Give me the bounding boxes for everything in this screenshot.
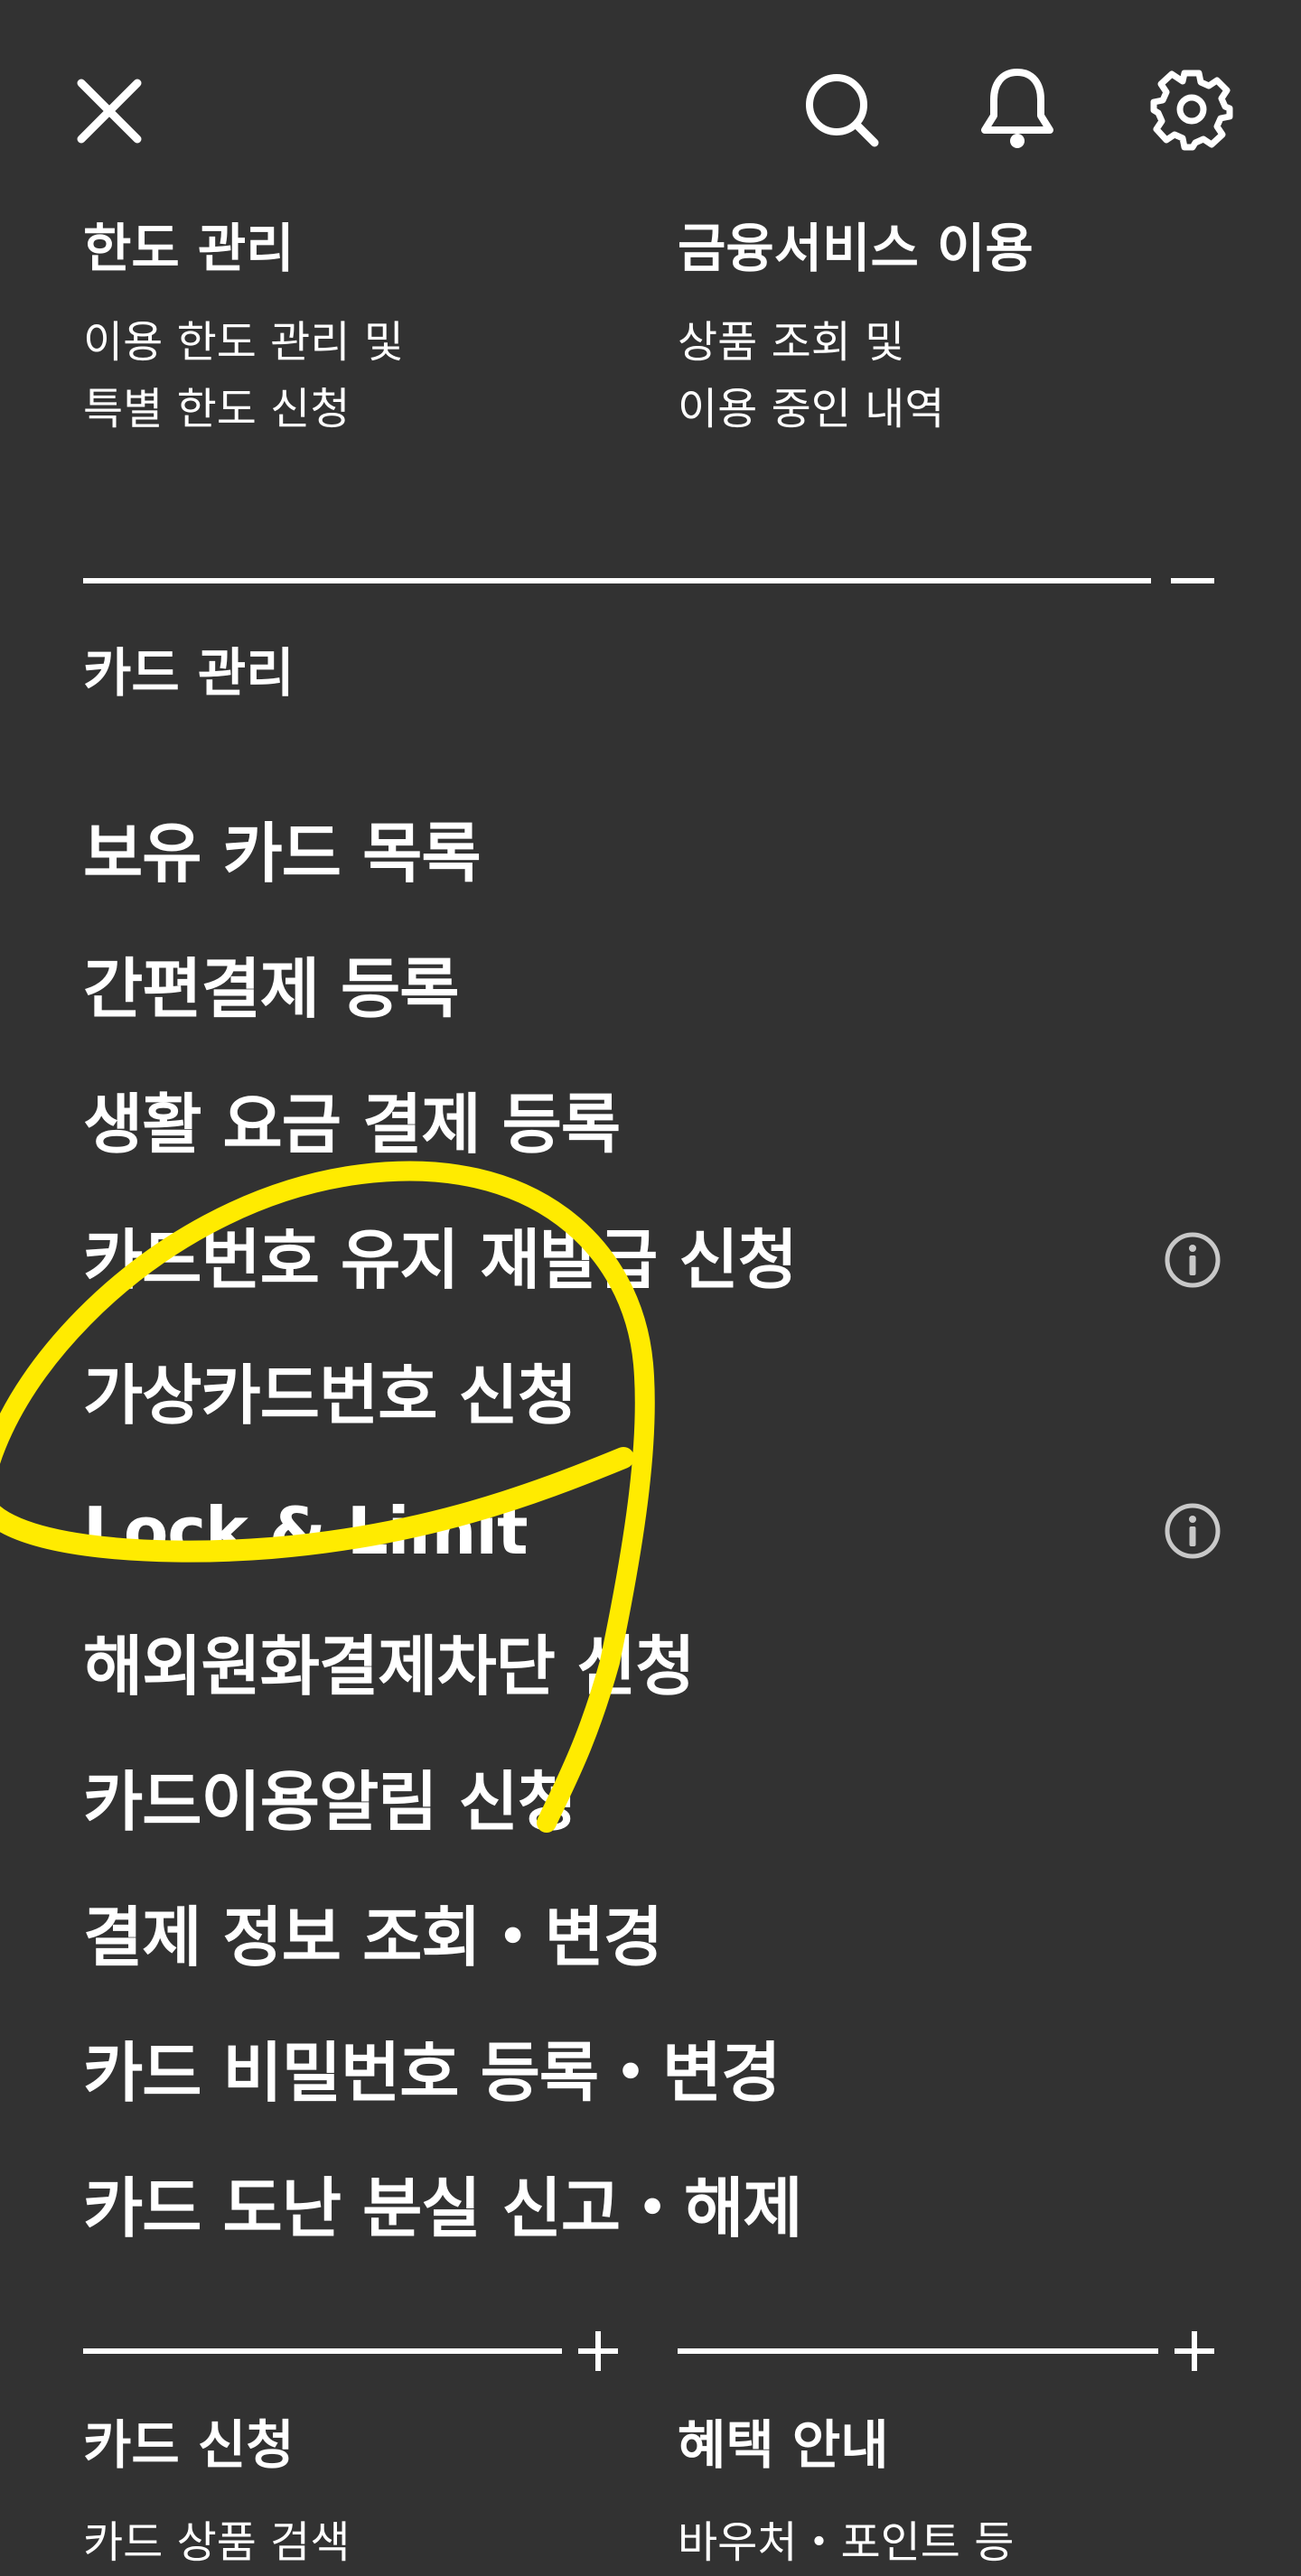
menu-item-dcc-block[interactable]: 해외원화결제차단 신청 bbox=[83, 1599, 1221, 1734]
description-line: 상품 조회 및 bbox=[678, 317, 905, 368]
section-title: 한도 관리 bbox=[83, 218, 295, 279]
plus-icon[interactable] bbox=[1167, 2324, 1221, 2378]
menu-item-label: 생활 요금 결제 등록 bbox=[83, 1087, 621, 1162]
search-icon[interactable] bbox=[802, 70, 882, 150]
menu-item-label: 카드번호 유지 재발급 신청 bbox=[83, 1222, 798, 1298]
top-bar bbox=[0, 0, 1301, 217]
card-management-label: 카드 관리 bbox=[83, 642, 295, 704]
plus-icon[interactable] bbox=[571, 2324, 625, 2378]
gear-icon[interactable] bbox=[1149, 67, 1234, 152]
bell-icon[interactable] bbox=[976, 65, 1059, 152]
section-description: 상품 조회 및 이용 중인 내역 bbox=[678, 309, 1034, 443]
menu-item-easy-pay[interactable]: 간편결제 등록 bbox=[83, 921, 1221, 1057]
section-description: 이용 한도 관리 및 특별 한도 신청 bbox=[83, 309, 404, 443]
limit-management-section[interactable]: 한도 관리 이용 한도 관리 및 특별 한도 신청 bbox=[83, 222, 404, 443]
menu-item-usage-alert[interactable]: 카드이용알림 신청 bbox=[83, 1734, 1221, 1870]
menu-item-label: 보유 카드 목록 bbox=[83, 816, 482, 891]
card-management-menu: 보유 카드 목록 간편결제 등록 생활 요금 결제 등록 카드번호 유지 재발급… bbox=[83, 786, 1221, 2276]
close-icon[interactable] bbox=[74, 76, 145, 146]
description-line: 이용 한도 관리 및 bbox=[83, 317, 404, 368]
menu-item-label: 해외원화결제차단 신청 bbox=[83, 1629, 695, 1704]
financial-services-section[interactable]: 금융서비스 이용 상품 조회 및 이용 중인 내역 bbox=[678, 222, 1034, 443]
menu-item-payment-info[interactable]: 결제 정보 조회・변경 bbox=[83, 1870, 1221, 2005]
menu-item-lost-card[interactable]: 카드 도난 분실 신고・해제 bbox=[83, 2141, 1221, 2276]
description-line: 특별 한도 신청 bbox=[83, 384, 351, 434]
card-application-section[interactable]: 카드 신청 카드 상품 검색 bbox=[83, 2419, 350, 2576]
section-title: 혜택 안내 bbox=[678, 2414, 889, 2476]
menu-item-label: Lock & Limit bbox=[83, 1493, 529, 1569]
menu-item-card-pin[interactable]: 카드 비밀번호 등록・변경 bbox=[83, 2005, 1221, 2141]
description-line: 이용 중인 내역 bbox=[678, 384, 945, 434]
info-icon[interactable] bbox=[1164, 1502, 1221, 1560]
menu-item-label: 간편결제 등록 bbox=[83, 951, 460, 1027]
menu-item-utility-payment[interactable]: 생활 요금 결제 등록 bbox=[83, 1057, 1221, 1192]
benefits-section[interactable]: 혜택 안내 바우처・포인트 등 bbox=[678, 2419, 1014, 2576]
menu-item-card-list[interactable]: 보유 카드 목록 bbox=[83, 786, 1221, 921]
menu-item-virtual-card[interactable]: 가상카드번호 신청 bbox=[83, 1328, 1221, 1463]
section-divider bbox=[83, 578, 1151, 583]
menu-item-label: 가상카드번호 신청 bbox=[83, 1358, 577, 1433]
menu-item-label: 결제 정보 조회・변경 bbox=[83, 1899, 663, 1975]
menu-item-card-reissue[interactable]: 카드번호 유지 재발급 신청 bbox=[83, 1192, 1221, 1328]
menu-item-lock-limit[interactable]: Lock & Limit bbox=[83, 1463, 1221, 1599]
section-description: 바우처・포인트 등 bbox=[678, 2517, 1015, 2568]
section-title: 카드 신청 bbox=[83, 2414, 295, 2476]
section-description: 카드 상품 검색 bbox=[83, 2517, 351, 2568]
section-title: 금융서비스 이용 bbox=[678, 218, 1034, 279]
menu-item-label: 카드이용알림 신청 bbox=[83, 1764, 577, 1840]
section-divider bbox=[83, 2348, 562, 2354]
menu-item-label: 카드 도난 분실 신고・해제 bbox=[83, 2170, 803, 2246]
minus-icon[interactable] bbox=[1165, 554, 1220, 608]
info-icon[interactable] bbox=[1164, 1231, 1221, 1289]
menu-item-label: 카드 비밀번호 등록・변경 bbox=[83, 2035, 782, 2111]
section-divider bbox=[678, 2348, 1158, 2354]
